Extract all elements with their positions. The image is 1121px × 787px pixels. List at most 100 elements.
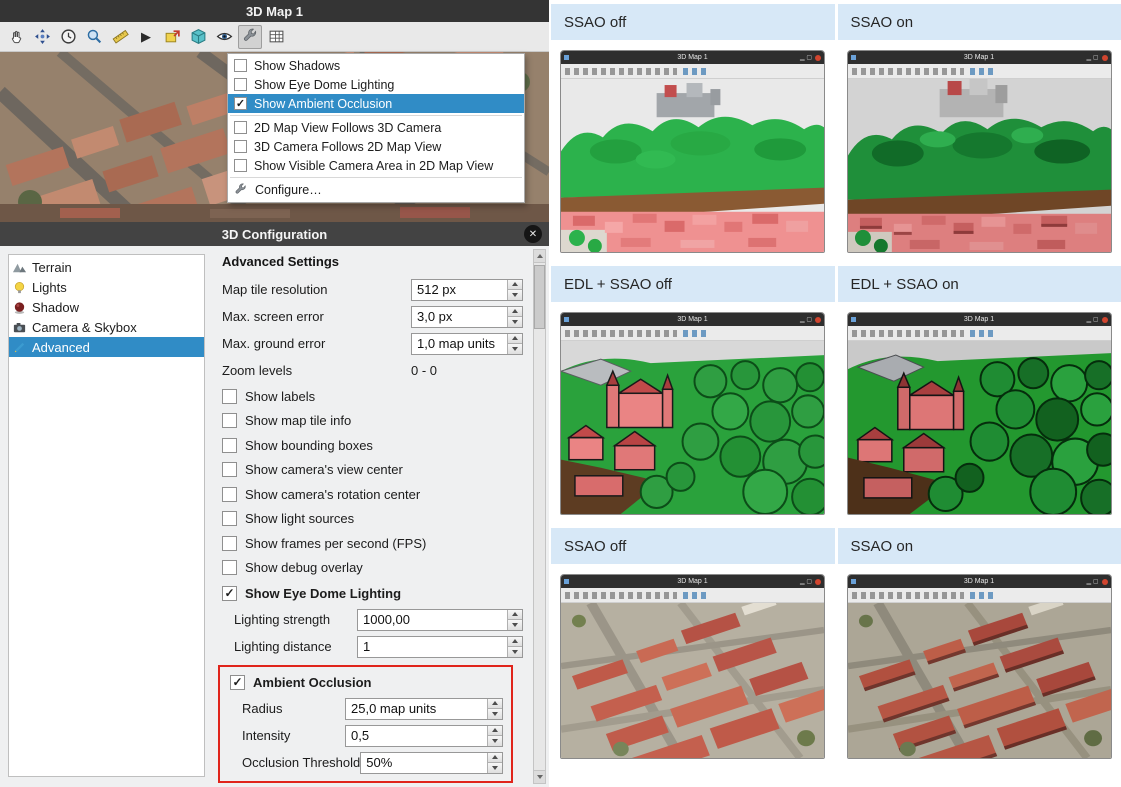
measure-icon[interactable] xyxy=(108,25,132,49)
checkbox-show-camera-rotation-center[interactable]: Show camera's rotation center xyxy=(222,482,523,507)
scroll-down-icon[interactable] xyxy=(534,770,545,783)
field-lighting-strength: Lighting strength 1000,00 xyxy=(222,606,523,633)
checkbox-unchecked[interactable] xyxy=(234,121,247,134)
camera-control-icon[interactable] xyxy=(30,25,54,49)
checkbox-show-map-tile-info[interactable]: Show map tile info xyxy=(222,409,523,434)
mini-close-icon xyxy=(1102,579,1108,585)
checkbox-unchecked[interactable] xyxy=(222,438,237,453)
ao-radius-spinbox[interactable]: 25,0 map units xyxy=(345,698,503,720)
comparison-image-cell: 3D Map 1▁ ▢ xyxy=(838,302,1121,515)
checkbox-unchecked[interactable] xyxy=(234,59,247,72)
checkbox-show-labels[interactable]: Show labels xyxy=(222,384,523,409)
spin-up-icon[interactable] xyxy=(488,753,502,764)
pan-hand-icon[interactable] xyxy=(4,25,28,49)
map-window-title: 3D Map 1 xyxy=(246,4,303,19)
field-max-ground-error: Max. ground error 1,0 map units xyxy=(222,330,523,357)
lighting-strength-spinbox[interactable]: 1000,00 xyxy=(357,609,523,631)
mini-close-icon xyxy=(1102,317,1108,323)
spin-down-icon[interactable] xyxy=(508,620,522,630)
checkbox-unchecked[interactable] xyxy=(222,389,237,404)
scroll-up-icon[interactable] xyxy=(534,250,545,263)
mini-3d-map-window: 3D Map 1▁ ▢ xyxy=(847,574,1112,759)
checkbox-unchecked[interactable] xyxy=(222,487,237,502)
spin-up-icon[interactable] xyxy=(508,280,522,291)
checkbox-unchecked[interactable] xyxy=(234,140,247,153)
scrollbar-thumb[interactable] xyxy=(534,265,545,329)
checkbox-show-bounding-boxes[interactable]: Show bounding boxes xyxy=(222,433,523,458)
menu-item-2d-follows-3d[interactable]: 2D Map View Follows 3D Camera xyxy=(228,118,524,137)
checkbox-unchecked[interactable] xyxy=(234,159,247,172)
sidebar-item-camera-skybox[interactable]: Camera & Skybox xyxy=(9,317,204,337)
menu-item-show-eye-dome-lighting[interactable]: Show Eye Dome Lighting xyxy=(228,75,524,94)
checkbox-unchecked[interactable] xyxy=(222,413,237,428)
close-icon[interactable]: ✕ xyxy=(524,225,542,243)
spin-down-icon[interactable] xyxy=(508,647,522,657)
menu-item-show-ambient-occlusion[interactable]: ✓ Show Ambient Occlusion xyxy=(228,94,524,113)
ao-occlusion-threshold-spinbox[interactable]: 50% xyxy=(360,752,503,774)
menu-item-show-visible-camera-area[interactable]: Show Visible Camera Area in 2D Map View xyxy=(228,156,524,175)
spin-up-icon[interactable] xyxy=(488,699,502,710)
mini-3d-map-window: 3D Map 1▁ ▢ xyxy=(847,50,1112,253)
checkbox-unchecked[interactable] xyxy=(222,560,237,575)
field-ao-intensity: Intensity 0,5 xyxy=(230,722,505,749)
save-export-icon[interactable] xyxy=(160,25,184,49)
checkbox-show-light-sources[interactable]: Show light sources xyxy=(222,507,523,532)
checkbox-unchecked[interactable] xyxy=(222,536,237,551)
ao-intensity-spinbox[interactable]: 0,5 xyxy=(345,725,503,747)
checkbox-unchecked[interactable] xyxy=(234,78,247,91)
menu-item-configure[interactable]: Configure… xyxy=(228,180,524,200)
checkbox-checked[interactable]: ✓ xyxy=(222,586,237,601)
render-edl-ssao-on xyxy=(848,341,1111,514)
identify-icon[interactable] xyxy=(82,25,106,49)
effects-wrench-icon[interactable] xyxy=(238,25,262,49)
zoom-levels-value: 0 - 0 xyxy=(411,363,523,378)
mini-3d-map-window: 3D Map 1▁ ▢ xyxy=(560,50,825,253)
mini-toolbar xyxy=(848,588,1111,603)
dialog-scrollbar[interactable] xyxy=(533,249,546,784)
comparison-image-cell: 3D Map 1▁ ▢ xyxy=(551,302,835,515)
sidebar-item-terrain[interactable]: Terrain xyxy=(9,257,204,277)
max-screen-error-spinbox[interactable]: 3,0 px xyxy=(411,306,523,328)
menu-item-show-shadows[interactable]: Show Shadows xyxy=(228,56,524,75)
mini-3d-map-window: 3D Map 1▁ ▢ xyxy=(560,312,825,515)
spin-up-icon[interactable] xyxy=(508,334,522,345)
max-ground-error-spinbox[interactable]: 1,0 map units xyxy=(411,333,523,355)
menu-item-3d-follows-2d[interactable]: 3D Camera Follows 2D Map View xyxy=(228,137,524,156)
spin-down-icon[interactable] xyxy=(508,344,522,354)
spin-up-icon[interactable] xyxy=(488,726,502,737)
mini-app-icon xyxy=(564,55,569,60)
spin-down-icon[interactable] xyxy=(508,317,522,327)
spin-down-icon[interactable] xyxy=(508,290,522,300)
checkbox-show-camera-view-center[interactable]: Show camera's view center xyxy=(222,458,523,483)
checkbox-show-debug-overlay[interactable]: Show debug overlay xyxy=(222,556,523,581)
spin-down-icon[interactable] xyxy=(488,709,502,719)
spin-up-icon[interactable] xyxy=(508,307,522,318)
camera-icon xyxy=(12,320,27,335)
checkbox-ambient-occlusion[interactable]: ✓ Ambient Occlusion xyxy=(230,669,505,695)
comparison-label: SSAO on xyxy=(838,528,1121,564)
sidebar-item-lights[interactable]: Lights xyxy=(9,277,204,297)
spin-down-icon[interactable] xyxy=(488,736,502,746)
checkbox-show-fps[interactable]: Show frames per second (FPS) xyxy=(222,531,523,556)
checkbox-show-eye-dome-lighting[interactable]: ✓ Show Eye Dome Lighting xyxy=(222,580,523,606)
comparison-label: SSAO off xyxy=(551,528,835,564)
mini-toolbar xyxy=(561,326,824,341)
checkbox-checked[interactable]: ✓ xyxy=(234,97,247,110)
render-ssao-on-1 xyxy=(848,79,1111,252)
play-animation-icon[interactable]: ▶ xyxy=(134,25,158,49)
spin-up-icon[interactable] xyxy=(508,637,522,648)
sidebar-item-advanced[interactable]: Advanced xyxy=(9,337,204,357)
checkbox-unchecked[interactable] xyxy=(222,511,237,526)
animation-clock-icon[interactable] xyxy=(56,25,80,49)
checkbox-checked[interactable]: ✓ xyxy=(230,675,245,690)
checkbox-unchecked[interactable] xyxy=(222,462,237,477)
sidebar-item-shadow[interactable]: Shadow xyxy=(9,297,204,317)
spin-down-icon[interactable] xyxy=(488,763,502,773)
eye-visibility-icon[interactable] xyxy=(212,25,236,49)
spin-up-icon[interactable] xyxy=(508,610,522,621)
dialog-titlebar: 3D Configuration ✕ xyxy=(0,222,549,246)
3d-scene-cube-icon[interactable] xyxy=(186,25,210,49)
lighting-distance-spinbox[interactable]: 1 xyxy=(357,636,523,658)
show-frames-grid-icon[interactable] xyxy=(264,25,288,49)
map-tile-resolution-spinbox[interactable]: 512 px xyxy=(411,279,523,301)
